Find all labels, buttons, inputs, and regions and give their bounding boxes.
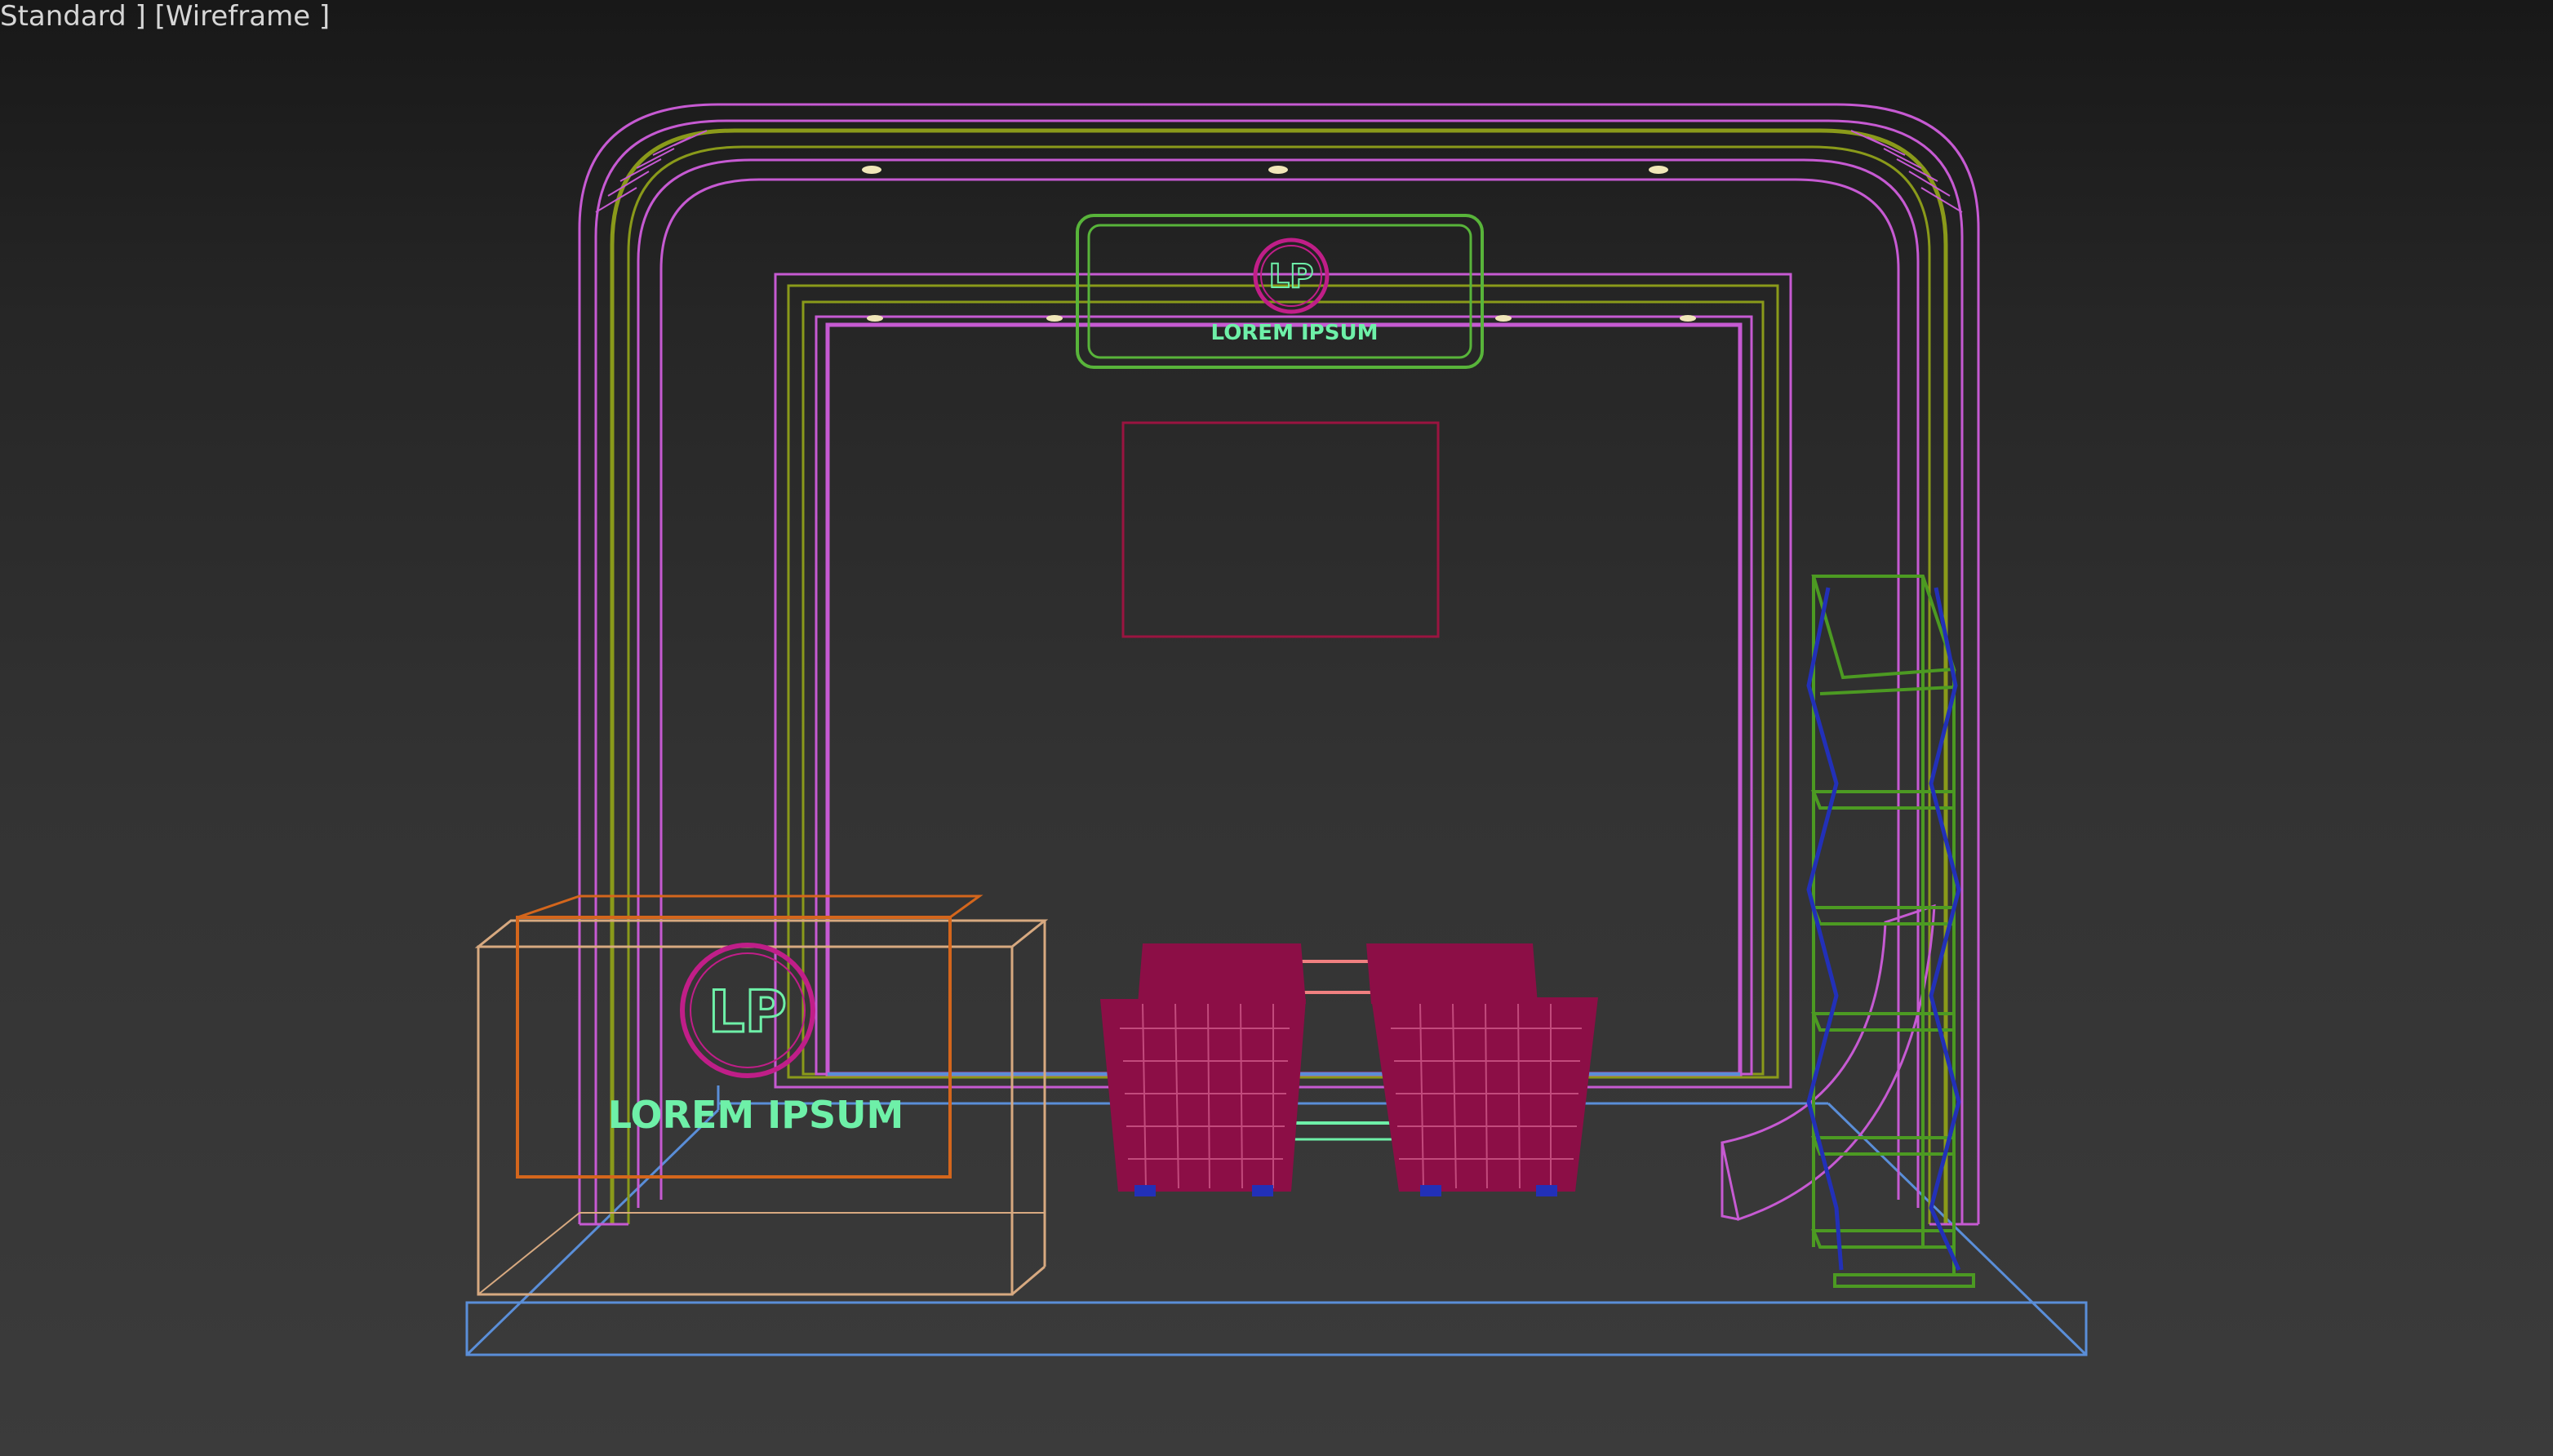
ceiling-lights — [862, 166, 1668, 174]
top-sign[interactable]: LP LOREM IPSUM — [1076, 214, 1484, 369]
viewport[interactable]: Standard ] [Wireframe ] LP LOREM IPSUM L… — [0, 0, 2553, 1456]
reception-counter[interactable]: LP LOREM IPSUM — [474, 894, 1049, 1296]
display-shelf[interactable] — [1806, 575, 1975, 1288]
chair-left[interactable] — [1100, 943, 1306, 1196]
wall-screen[interactable] — [1121, 421, 1440, 638]
chair-right[interactable] — [1366, 943, 1598, 1196]
top-logo-text: LP — [1269, 258, 1314, 295]
counter-brand-text: LOREM IPSUM — [608, 1093, 904, 1137]
wireframe-scene[interactable]: LP LOREM IPSUM LP LOREM IPSUM — [0, 0, 2553, 1456]
top-sign-brand: LOREM IPSUM — [1211, 321, 1379, 345]
counter-logo-text: LP — [708, 979, 787, 1045]
